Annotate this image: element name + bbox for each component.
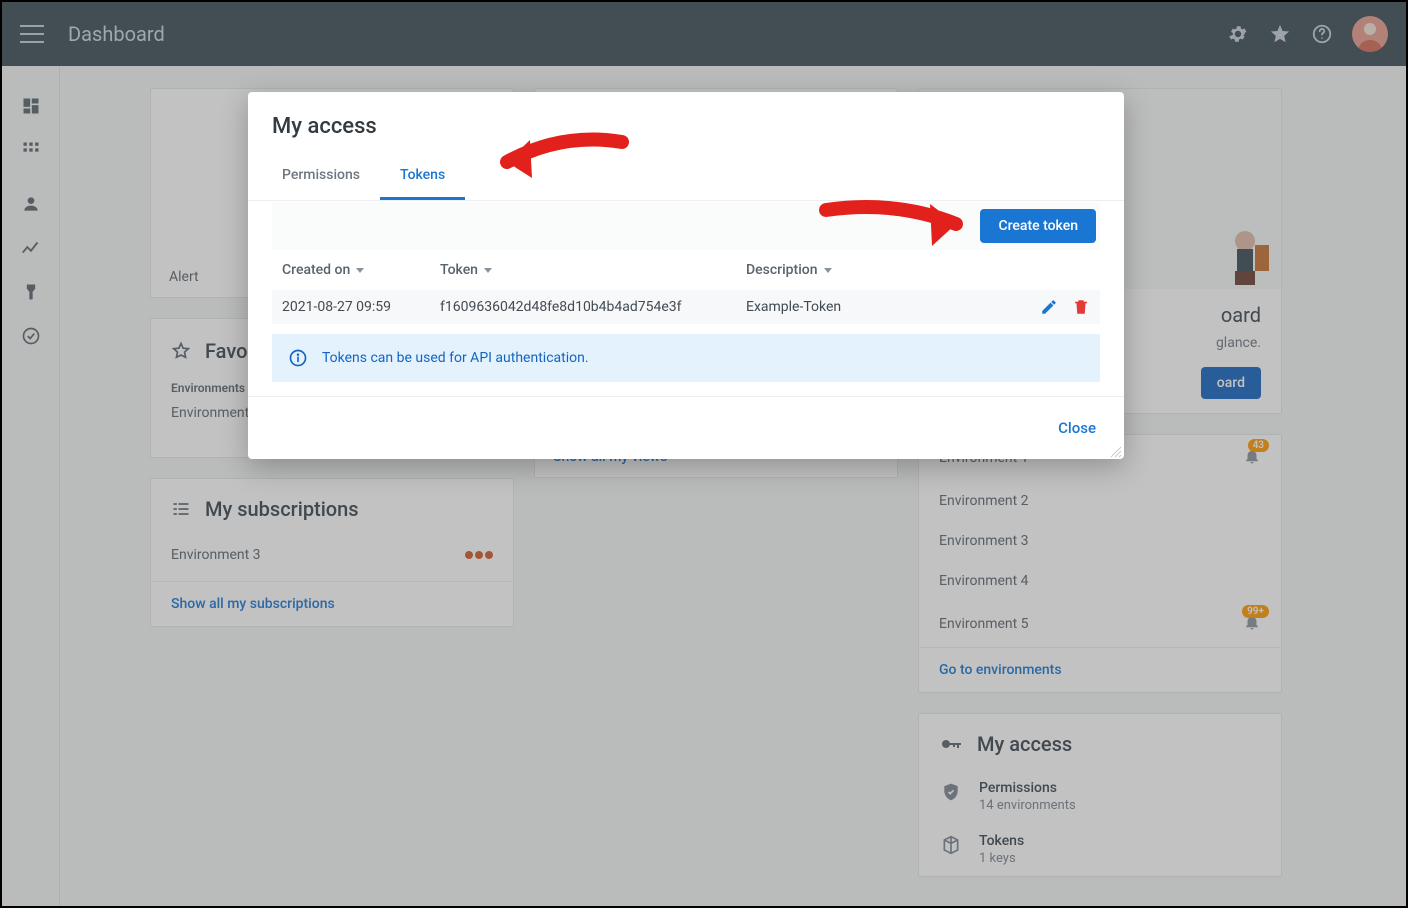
caret-down-icon [824,268,832,273]
delete-icon[interactable] [1072,298,1090,316]
column-created[interactable]: Created on [282,262,440,278]
modal-title: My access [272,114,1100,139]
info-banner: Tokens can be used for API authenticatio… [272,334,1100,382]
cell-token: f1609636042d48fe8d10b4b4ad754e3f [440,299,746,315]
cell-created: 2021-08-27 09:59 [282,299,440,315]
caret-down-icon [484,268,492,273]
caret-down-icon [356,268,364,273]
create-token-button[interactable]: Create token [980,209,1096,243]
tab-tokens[interactable]: Tokens [380,155,465,200]
table-row: 2021-08-27 09:59 f1609636042d48fe8d10b4b… [272,290,1100,324]
column-token[interactable]: Token [440,262,746,278]
edit-icon[interactable] [1040,298,1058,316]
tab-permissions[interactable]: Permissions [262,155,380,200]
my-access-modal: My access Permissions Tokens Create toke… [248,92,1124,459]
info-text: Tokens can be used for API authenticatio… [322,350,589,366]
column-description[interactable]: Description [746,262,1026,278]
cell-description: Example-Token [746,299,1026,315]
resize-handle-icon[interactable] [1108,443,1122,457]
close-button[interactable]: Close [1054,413,1100,443]
table-header: Created on Token Description [272,250,1100,290]
info-icon [288,348,308,368]
